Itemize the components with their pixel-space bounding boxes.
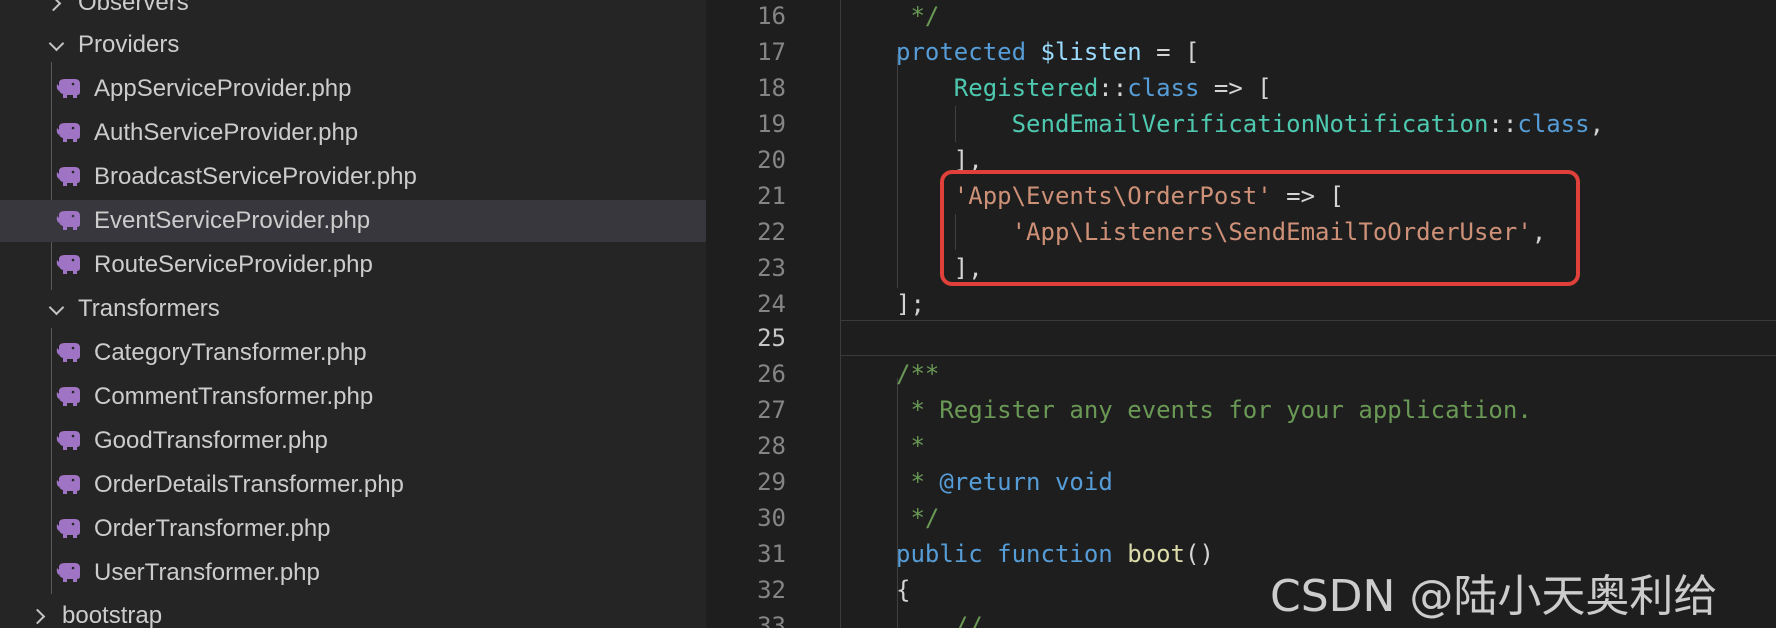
tree-file-routeserviceprovider[interactable]: RouteServiceProvider.php	[0, 245, 706, 285]
line-number: 17	[757, 38, 786, 66]
tree-item-label: RouteServiceProvider.php	[94, 251, 373, 278]
tree-file-authserviceprovider[interactable]: AuthServiceProvider.php	[0, 113, 706, 153]
tree-item-label: CategoryTransformer.php	[94, 339, 367, 366]
code-line-16: 16 */	[706, 0, 1776, 34]
tree-item-label: Observers	[78, 0, 189, 16]
tree-file-usertransformer[interactable]: UserTransformer.php	[0, 553, 706, 593]
code-text: public function boot()	[896, 540, 1214, 568]
tree-file-broadcastserviceprovider[interactable]: BroadcastServiceProvider.php	[0, 157, 706, 197]
tree-item-label: Providers	[78, 31, 180, 58]
tree-item-label: UserTransformer.php	[94, 559, 320, 586]
php-elephant-icon	[56, 167, 80, 186]
php-elephant-icon	[56, 563, 80, 582]
chevron-right-icon	[28, 603, 54, 628]
php-elephant-icon	[56, 255, 80, 274]
code-line-18: 18 Registered::class => [	[706, 70, 1776, 106]
php-elephant-icon	[56, 475, 80, 494]
php-elephant-icon	[56, 79, 80, 98]
code-text: *	[896, 432, 925, 460]
code-line-27: 27 * Register any events for your applic…	[706, 392, 1776, 428]
tree-folder-providers[interactable]: Providers	[0, 25, 706, 65]
line-number: 28	[757, 432, 786, 460]
code-text: //	[896, 612, 983, 628]
tree-item-label: bootstrap	[62, 602, 163, 628]
tree-item-label: OrderTransformer.php	[94, 515, 331, 542]
line-number: 16	[757, 2, 786, 30]
code-line-19: 19 SendEmailVerificationNotification::cl…	[706, 106, 1776, 142]
tree-item-label: BroadcastServiceProvider.php	[94, 163, 417, 190]
line-number: 33	[757, 612, 786, 628]
code-line-30: 30 */	[706, 500, 1776, 536]
tree-file-appserviceprovider[interactable]: AppServiceProvider.php	[0, 69, 706, 109]
code-editor[interactable]: 16 */ 17 protected $listen = [ 18 Regist…	[706, 0, 1776, 628]
line-number: 27	[757, 396, 786, 424]
line-number: 22	[757, 218, 786, 246]
watermark-text: CSDN @陆小天奥利给	[1270, 571, 1718, 622]
tree-item-label: EventServiceProvider.php	[94, 207, 371, 234]
tree-file-categorytransformer[interactable]: CategoryTransformer.php	[0, 333, 706, 373]
code-line-28: 28 *	[706, 428, 1776, 464]
code-text: /**	[896, 360, 940, 388]
php-elephant-icon	[56, 387, 80, 406]
line-number: 30	[757, 504, 786, 532]
code-text: Registered::class => [	[953, 74, 1272, 102]
code-text: * @return void	[896, 468, 1113, 496]
code-line-17: 17 protected $listen = [	[706, 34, 1776, 70]
code-line-29: 29 * @return void	[706, 464, 1776, 500]
line-number: 25	[757, 324, 786, 352]
chevron-down-icon	[44, 296, 70, 322]
tree-folder-bootstrap[interactable]: bootstrap	[0, 596, 706, 628]
code-text: * Register any events for your applicati…	[896, 396, 1532, 424]
code-line-26: 26 /**	[706, 356, 1776, 392]
tree-item-label: GoodTransformer.php	[94, 427, 328, 454]
code-text: */	[896, 504, 940, 532]
tree-folder-transformers[interactable]: Transformers	[0, 289, 706, 329]
tree-item-label: AppServiceProvider.php	[94, 75, 352, 102]
tree-item-label: OrderDetailsTransformer.php	[94, 471, 404, 498]
line-number: 32	[757, 576, 786, 604]
tree-file-goodtransformer[interactable]: GoodTransformer.php	[0, 421, 706, 461]
code-text: */	[896, 2, 940, 30]
line-number: 29	[757, 468, 786, 496]
line-number: 31	[757, 540, 786, 568]
chevron-right-icon	[44, 0, 70, 16]
code-text: {	[896, 576, 911, 604]
line-number: 24	[757, 290, 786, 318]
chevron-down-icon	[44, 32, 70, 58]
line-number: 21	[757, 182, 786, 210]
tree-file-ordertransformer[interactable]: OrderTransformer.php	[0, 509, 706, 549]
code-line-24: 24 ];	[706, 286, 1776, 322]
line-number: 19	[757, 110, 786, 138]
tree-file-commenttransformer[interactable]: CommentTransformer.php	[0, 377, 706, 417]
php-elephant-icon	[56, 343, 80, 362]
php-elephant-icon	[56, 431, 80, 450]
code-text: protected $listen = [	[896, 38, 1200, 66]
file-explorer: Observers Providers AppServiceProvider.p…	[0, 0, 706, 628]
code-text: SendEmailVerificationNotification::class…	[1011, 110, 1605, 138]
line-number: 20	[757, 146, 786, 174]
code-line-25: 25	[706, 320, 1776, 356]
line-number: 23	[757, 254, 786, 282]
php-elephant-icon	[56, 123, 80, 142]
line-number: 18	[757, 74, 786, 102]
tree-item-label: CommentTransformer.php	[94, 383, 374, 410]
php-elephant-icon	[56, 211, 80, 230]
tree-item-label: AuthServiceProvider.php	[94, 119, 359, 146]
tree-item-label: Transformers	[78, 295, 220, 322]
annotation-highlight-box	[940, 170, 1580, 286]
tree-file-eventserviceprovider[interactable]: EventServiceProvider.php	[0, 200, 706, 242]
code-text: ];	[896, 290, 925, 318]
tree-folder-observers[interactable]: Observers	[0, 0, 706, 23]
line-number: 26	[757, 360, 786, 388]
php-elephant-icon	[56, 519, 80, 538]
tree-file-orderdetailstransformer[interactable]: OrderDetailsTransformer.php	[0, 465, 706, 505]
